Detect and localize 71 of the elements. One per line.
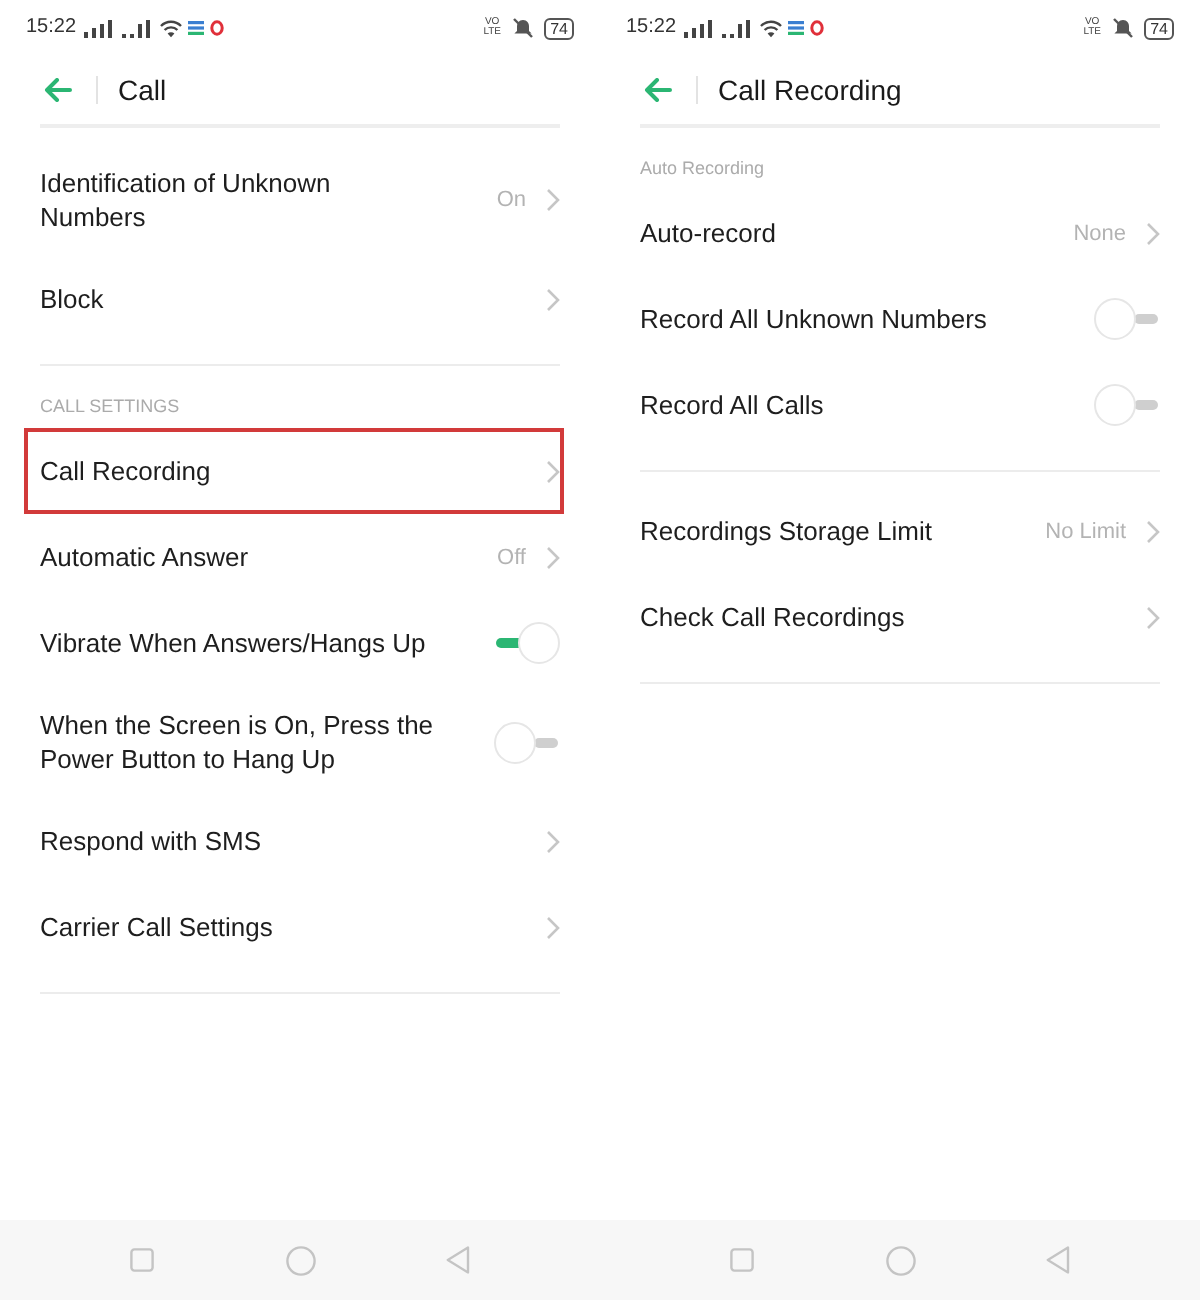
settings-row[interactable]: Block <box>24 256 564 342</box>
signal-icon <box>684 19 717 37</box>
status-time: 15:22 <box>626 16 677 40</box>
settings-row[interactable]: Respond with SMS <box>24 798 564 884</box>
chevron-right-icon <box>546 915 560 939</box>
settings-row[interactable]: Auto-record None <box>624 190 1164 276</box>
toggle-switch[interactable] <box>494 721 560 763</box>
sim-icon <box>788 20 805 36</box>
row-label: Auto-record <box>640 216 776 250</box>
row-label: Identification of Unknown Numbers <box>40 166 333 234</box>
row-value: No Limit <box>1045 517 1126 545</box>
row-label: Respond with SMS <box>40 824 262 858</box>
chevron-right-icon <box>546 287 560 311</box>
ring-icon <box>210 20 225 36</box>
row-label: Record All Unknown Numbers <box>640 302 987 336</box>
row-label: Block <box>40 282 104 316</box>
chevron-right-icon <box>546 188 560 212</box>
signal-icon <box>84 19 117 37</box>
page-title: Call <box>118 72 167 108</box>
settings-row[interactable]: Automatic Answer Off <box>24 514 564 600</box>
chevron-right-icon <box>1146 519 1160 543</box>
chevron-right-icon <box>1146 221 1160 245</box>
circle-icon[interactable] <box>285 1245 315 1275</box>
bell-off-icon <box>1112 18 1135 38</box>
signal-icon <box>722 19 755 37</box>
bell-off-icon <box>512 18 535 38</box>
status-time: 15:22 <box>26 16 77 40</box>
section-header: Auto Recording <box>640 156 765 180</box>
square-icon[interactable] <box>730 1248 755 1272</box>
toggle-switch[interactable] <box>1094 384 1160 426</box>
page-title: Call Recording <box>718 72 902 108</box>
chevron-right-icon <box>1146 605 1160 629</box>
chevron-right-icon <box>546 545 560 569</box>
ring-icon <box>810 20 825 36</box>
settings-row[interactable]: When the Screen is On, Press the Power Button to Hang Up <box>24 686 564 798</box>
row-label: Call Recording <box>40 454 211 488</box>
triangle-icon[interactable] <box>445 1246 470 1274</box>
row-value: On <box>496 186 526 214</box>
square-icon[interactable] <box>130 1248 155 1272</box>
row-label: Recordings Storage Limit <box>640 514 932 548</box>
section-header: CALL SETTINGS <box>40 394 180 418</box>
settings-row[interactable]: Vibrate When Answers/Hangs Up <box>24 600 564 686</box>
settings-row[interactable]: Identification of Unknown Numbers On <box>24 144 564 256</box>
row-label: Check Call Recordings <box>640 600 905 634</box>
signal-icon <box>122 19 155 37</box>
chevron-right-icon <box>546 829 560 853</box>
settings-row[interactable]: Recordings Storage Limit No Limit <box>624 488 1164 574</box>
row-label: Record All Calls <box>640 388 824 422</box>
sim-icon <box>188 20 205 36</box>
row-value: Off <box>497 543 526 571</box>
wifi-icon <box>160 19 183 37</box>
settings-row[interactable]: Record All Calls <box>624 362 1164 448</box>
chevron-right-icon <box>546 459 560 483</box>
row-label: When the Screen is On, Press the Power Button to Hang Up <box>40 708 436 776</box>
row-value: None <box>1073 219 1126 247</box>
back-arrow-icon[interactable] <box>44 78 72 102</box>
row-label: Automatic Answer <box>40 540 249 574</box>
toggle-switch[interactable] <box>1094 298 1160 340</box>
row-label: Carrier Call Settings <box>40 910 273 944</box>
circle-icon[interactable] <box>885 1245 915 1275</box>
wifi-icon <box>760 19 783 37</box>
settings-row[interactable]: Record All Unknown Numbers <box>624 276 1164 362</box>
back-arrow-icon[interactable] <box>644 78 672 102</box>
settings-row[interactable]: Carrier Call Settings <box>24 884 564 970</box>
row-label: Vibrate When Answers/Hangs Up <box>40 626 426 660</box>
toggle-switch[interactable] <box>494 622 560 664</box>
settings-row[interactable]: Check Call Recordings <box>624 574 1164 660</box>
battery-indicator: 74 <box>544 17 574 39</box>
settings-row[interactable]: Call Recording <box>24 428 564 514</box>
triangle-icon[interactable] <box>1045 1246 1070 1274</box>
battery-indicator: 74 <box>1144 17 1174 39</box>
